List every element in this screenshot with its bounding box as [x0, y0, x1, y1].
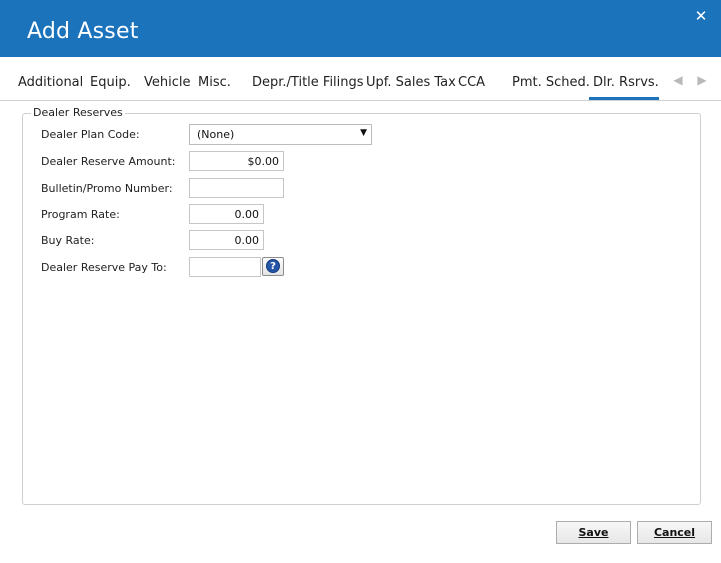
tab-depr-title-filings[interactable]: Depr./Title Filings	[252, 75, 364, 90]
dealer-reserve-amount-label: Dealer Reserve Amount:	[41, 155, 176, 168]
chevron-down-icon: ▼	[360, 128, 367, 138]
help-question-icon: ?	[266, 259, 280, 273]
dealer-reserve-pay-to-field[interactable]	[189, 257, 261, 277]
close-icon[interactable]: ✕	[690, 5, 712, 27]
program-rate-label: Program Rate:	[41, 208, 120, 221]
bulletin-promo-number-field[interactable]	[189, 178, 284, 198]
dealer-plan-code-label: Dealer Plan Code:	[41, 128, 140, 141]
dealer-plan-code-value: (None)	[197, 128, 235, 141]
tabs-divider	[0, 100, 721, 101]
buy-rate-label: Buy Rate:	[41, 234, 95, 247]
tab-pmt-sched[interactable]: Pmt. Sched.	[512, 75, 590, 90]
tab-cca[interactable]: CCA	[458, 75, 485, 90]
program-rate-field[interactable]	[189, 204, 264, 224]
window-title: Add Asset	[27, 19, 139, 44]
tab-misc[interactable]: Misc.	[198, 75, 231, 90]
tab-additional[interactable]: Additional	[18, 75, 83, 90]
save-button[interactable]: Save	[556, 521, 631, 544]
tab-strip: Additional Equip. Vehicle Misc. Depr./Ti…	[0, 57, 721, 101]
dealer-plan-code-select[interactable]: (None) ▼	[189, 124, 372, 145]
group-legend: Dealer Reserves	[31, 106, 125, 119]
dealer-reserve-pay-to-label: Dealer Reserve Pay To:	[41, 261, 167, 274]
dealer-reserve-amount-field[interactable]	[189, 151, 284, 171]
cancel-button[interactable]: Cancel	[637, 521, 712, 544]
buy-rate-field[interactable]	[189, 230, 264, 250]
chevron-left-icon[interactable]: ◀	[671, 72, 685, 88]
dealer-reserves-group	[22, 113, 701, 505]
title-bar: Add Asset ✕	[0, 0, 721, 57]
bulletin-promo-number-label: Bulletin/Promo Number:	[41, 182, 173, 195]
pay-to-lookup-button[interactable]: ?	[262, 257, 284, 276]
tab-equip[interactable]: Equip.	[90, 75, 131, 90]
tab-vehicle[interactable]: Vehicle	[144, 75, 191, 90]
tab-upf-sales-tax[interactable]: Upf. Sales Tax	[366, 75, 456, 90]
chevron-right-icon[interactable]: ▶	[695, 72, 709, 88]
tab-dlr-rsrvs[interactable]: Dlr. Rsrvs.	[593, 75, 659, 90]
